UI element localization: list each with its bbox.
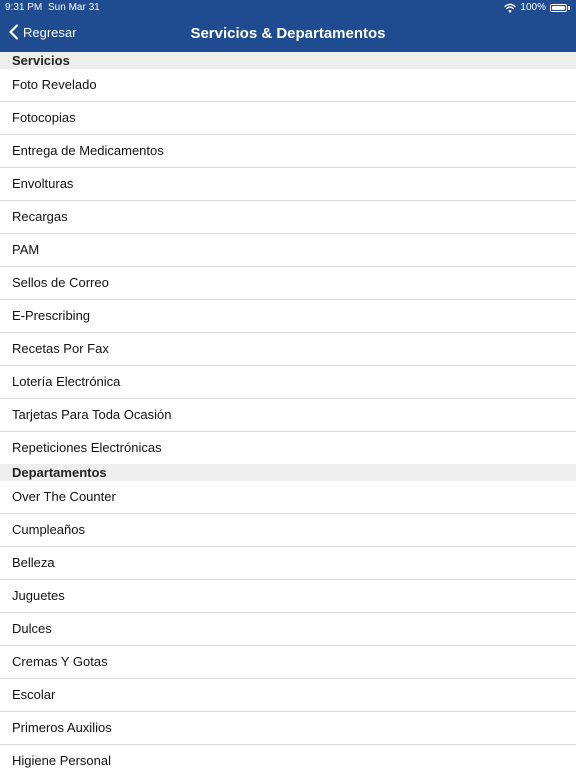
top-bar: 9:31 PM Sun Mar 31 100% Regresar Servici… bbox=[0, 0, 576, 52]
list-item[interactable]: Primeros Auxilios bbox=[0, 712, 576, 745]
list-item[interactable]: Juguetes bbox=[0, 580, 576, 613]
battery-icon bbox=[550, 4, 570, 12]
battery-fill bbox=[552, 6, 565, 10]
status-date: Sun Mar 31 bbox=[48, 2, 100, 13]
services-list[interactable]: Servicios Foto Revelado Fotocopias Entre… bbox=[0, 52, 576, 768]
section-header-departamentos: Departamentos bbox=[0, 464, 576, 481]
list-item[interactable]: Entrega de Medicamentos bbox=[0, 135, 576, 168]
navigation-bar: Regresar Servicios & Departamentos bbox=[0, 14, 576, 52]
battery-body bbox=[550, 4, 567, 12]
wifi-icon bbox=[504, 3, 517, 13]
list-item[interactable]: E-Prescribing bbox=[0, 300, 576, 333]
battery-tip bbox=[568, 6, 570, 10]
list-item[interactable]: Foto Revelado bbox=[0, 69, 576, 102]
list-item[interactable]: Cremas Y Gotas bbox=[0, 646, 576, 679]
battery-percentage: 100% bbox=[520, 2, 546, 13]
list-item[interactable]: Over The Counter bbox=[0, 481, 576, 514]
page-title: Servicios & Departamentos bbox=[190, 25, 386, 42]
list-item[interactable]: Higiene Personal bbox=[0, 745, 576, 768]
list-item[interactable]: Recargas bbox=[0, 201, 576, 234]
list-item[interactable]: Belleza bbox=[0, 547, 576, 580]
list-item[interactable]: Lotería Electrónica bbox=[0, 366, 576, 399]
list-item[interactable]: Escolar bbox=[0, 679, 576, 712]
status-indicators: 100% bbox=[504, 1, 570, 15]
list-item[interactable]: Sellos de Correo bbox=[0, 267, 576, 300]
app-window: 9:31 PM Sun Mar 31 100% Regresar Servici… bbox=[0, 0, 576, 768]
status-time: 9:31 PM bbox=[5, 2, 43, 13]
section-departamentos: Over The Counter Cumpleaños Belleza Jugu… bbox=[0, 481, 576, 768]
list-item[interactable]: Dulces bbox=[0, 613, 576, 646]
list-item[interactable]: PAM bbox=[0, 234, 576, 267]
section-header-servicios: Servicios bbox=[0, 52, 576, 69]
list-item[interactable]: Tarjetas Para Toda Ocasión bbox=[0, 399, 576, 432]
list-item[interactable]: Fotocopias bbox=[0, 102, 576, 135]
section-servicios: Foto Revelado Fotocopias Entrega de Medi… bbox=[0, 69, 576, 464]
list-item[interactable]: Repeticiones Electrónicas bbox=[0, 432, 576, 464]
list-item[interactable]: Cumpleaños bbox=[0, 514, 576, 547]
list-item[interactable]: Recetas Por Fax bbox=[0, 333, 576, 366]
list-item[interactable]: Envolturas bbox=[0, 168, 576, 201]
status-bar: 9:31 PM Sun Mar 31 100% bbox=[0, 0, 576, 14]
